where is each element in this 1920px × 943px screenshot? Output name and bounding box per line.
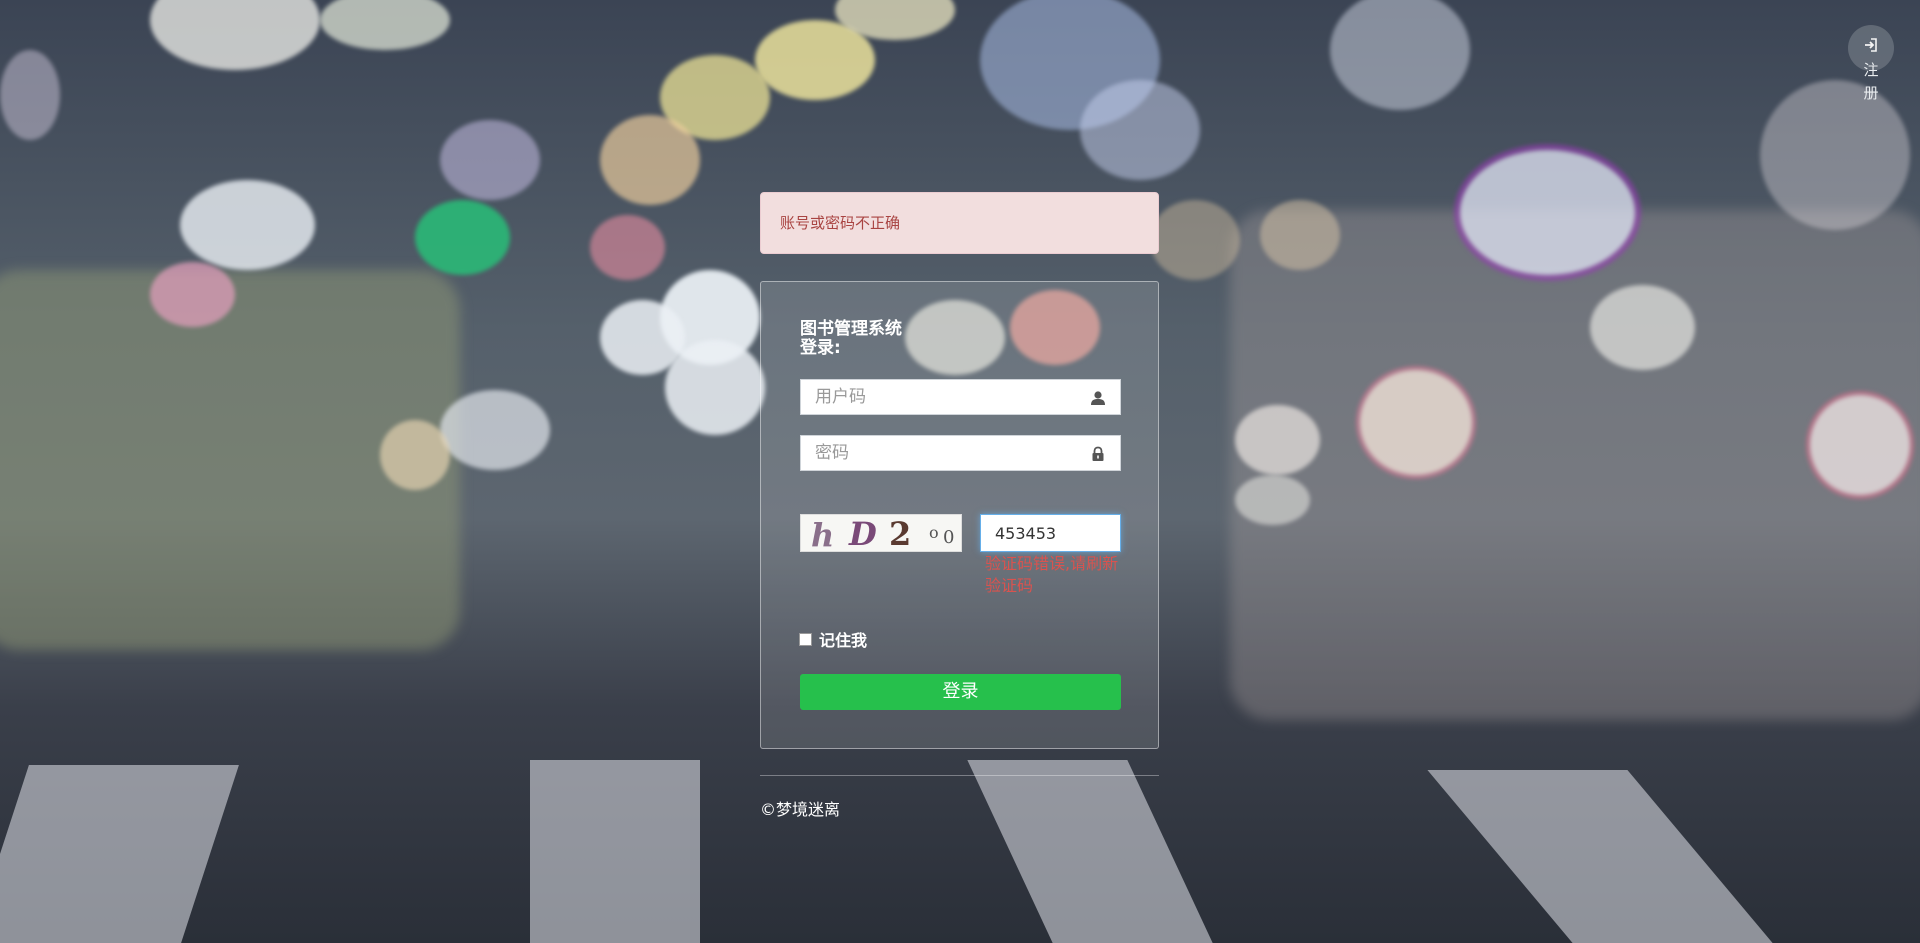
register-label: 注 册 (1848, 59, 1894, 105)
bokeh-light (320, 0, 450, 50)
bokeh-light (440, 120, 540, 200)
bokeh-light (150, 262, 235, 327)
captcha-error-message: 验证码错误,请刷新验证码 (985, 554, 1119, 595)
error-alert: 账号或密码不正确 (760, 192, 1159, 254)
footer-divider (760, 775, 1159, 776)
password-field (800, 435, 1121, 471)
captcha-field (980, 514, 1121, 552)
register-label-line1: 注 (1863, 61, 1879, 79)
bokeh-light (380, 420, 450, 490)
bokeh-light (590, 215, 665, 280)
captcha-image[interactable]: h D 2 o 0 (800, 514, 962, 552)
system-title: 图书管理系统 (800, 319, 902, 339)
bokeh-light (1080, 80, 1200, 180)
road-stripe (530, 760, 700, 943)
sign-in-icon (1865, 38, 1877, 52)
login-heading: 登录: (800, 338, 841, 358)
captcha-char: o (929, 523, 939, 542)
bokeh-light (1260, 200, 1340, 270)
bokeh-light (0, 50, 60, 140)
captcha-char: h (811, 516, 835, 552)
bokeh-light (180, 180, 315, 270)
login-button[interactable]: 登录 (800, 674, 1121, 710)
road-stripe (967, 760, 1213, 943)
bokeh-light (1360, 370, 1472, 475)
road-stripe (1427, 770, 1773, 943)
username-field (800, 379, 1121, 415)
bokeh-light (600, 115, 700, 205)
bokeh-light (665, 340, 765, 435)
bokeh-light (1810, 395, 1910, 495)
password-input[interactable] (801, 436, 1085, 470)
register-label-line2: 册 (1863, 84, 1879, 102)
captcha-char: D (849, 515, 877, 552)
bokeh-light (1150, 200, 1240, 280)
register-button[interactable]: 注 册 (1848, 25, 1894, 102)
username-input[interactable] (801, 380, 1085, 414)
captcha-char: 0 (943, 527, 955, 548)
bokeh-light (440, 390, 550, 470)
footer-copyright: ©梦境迷离 (760, 800, 841, 819)
lock-icon (1092, 446, 1104, 461)
login-card: 图书管理系统 登录: h D 2 o 0 验证码错误,请刷新验证码 记住我 登录 (760, 281, 1159, 749)
remember-checkbox[interactable] (799, 632, 812, 646)
bokeh-light (1235, 475, 1310, 525)
road-stripe (0, 765, 239, 943)
user-icon (1091, 391, 1105, 405)
bokeh-light (1590, 285, 1695, 370)
captcha-char: 2 (889, 515, 912, 552)
captcha-input[interactable] (981, 515, 1120, 551)
bokeh-light (1235, 405, 1320, 475)
bokeh-light (1330, 0, 1470, 110)
remember-me[interactable]: 记住我 (799, 627, 867, 651)
bokeh-light (415, 200, 510, 275)
bokeh-light (1460, 150, 1635, 275)
remember-label: 记住我 (819, 631, 868, 650)
bokeh-light (150, 0, 320, 70)
